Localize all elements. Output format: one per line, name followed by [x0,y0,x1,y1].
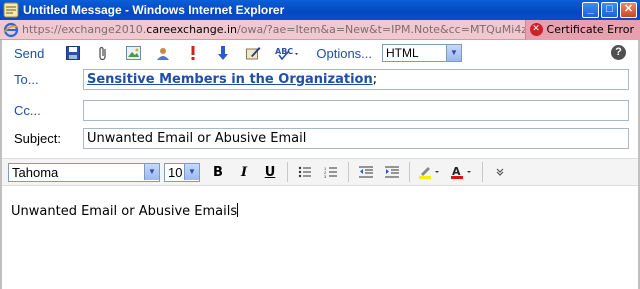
internet-explorer-icon [3,2,19,18]
svg-text:3: 3 [324,174,327,178]
maximize-button[interactable]: □ [601,2,618,18]
insert-image-icon[interactable] [125,45,141,61]
window-title: Untitled Message - Windows Internet Expl… [23,3,285,17]
chevron-down-icon: ▼ [446,45,462,61]
url-domain: careexchange.in [146,23,238,36]
cc-row: Cc... [2,99,638,121]
high-importance-icon[interactable] [185,45,201,61]
to-row: To... Sensitive Members in the Organizat… [2,68,638,90]
message-format-value: HTML [386,46,419,60]
attach-icon[interactable] [95,45,111,61]
highlight-icon[interactable] [417,162,443,182]
help-icon[interactable]: ? [611,45,626,60]
toolbar-divider [482,162,483,182]
compose-toolbar: Send ABC Options... HTML ▼ ? [2,40,638,66]
options-button[interactable]: Options... [316,46,372,61]
toolbar-divider [409,162,410,182]
italic-button[interactable]: I [234,162,254,182]
url-field[interactable]: https://exchange2010.careexchange.in/owa… [22,23,525,36]
recipient-separator: ; [372,71,378,87]
increase-indent-icon[interactable] [382,162,402,182]
font-family-value: Tahoma [12,164,59,180]
subject-field[interactable]: Unwanted Email or Abusive Email [83,127,629,149]
decrease-indent-icon[interactable] [356,162,376,182]
formatting-toolbar: Tahoma ▼ 10 ▼ B I U 123 A [2,158,638,186]
to-field[interactable]: Sensitive Members in the Organization; [83,68,629,90]
subject-label: Subject: [14,130,61,146]
address-bar: https://exchange2010.careexchange.in/owa… [0,19,640,40]
compose-frame: Send ABC Options... HTML ▼ ? To... Sensi… [0,40,640,289]
font-color-icon[interactable]: A [449,162,475,182]
save-icon[interactable] [65,45,81,61]
subject-row: Subject: Unwanted Email or Abusive Email [2,127,638,149]
toolbar-divider [348,162,349,182]
recipient-link[interactable]: Sensitive Members in the Organization [87,72,373,87]
url-prefix: https://exchange2010. [22,23,147,36]
cc-field[interactable] [83,99,629,121]
message-body-text: Unwanted Email or Abusive Emails [11,204,238,219]
ie-page-icon [3,22,19,37]
toolbar-divider [287,162,288,182]
minimize-button[interactable]: _ [582,2,599,18]
message-body[interactable]: Unwanted Email or Abusive Emails [11,203,239,219]
bullet-list-icon[interactable] [295,162,315,182]
font-size-select[interactable]: 10 ▼ [164,162,200,182]
message-format-select[interactable]: HTML ▼ [382,44,463,62]
underline-button[interactable]: U [260,162,280,182]
svg-text:ABC: ABC [275,47,293,56]
spell-check-icon[interactable]: ABC [275,45,301,61]
text-caret [237,203,239,217]
to-button[interactable]: To... [2,72,82,87]
window-title-bar: Untitled Message - Windows Internet Expl… [0,0,640,20]
chevron-down-icon: ▼ [144,164,159,180]
more-options-chevron-icon[interactable] [490,162,510,182]
certificate-error-label: Certificate Error [546,23,634,36]
certificate-error-button[interactable]: ✕ Certificate Error [524,19,640,40]
url-path: /owa/?ae=Item&a=New&t=IPM.Note&cc=MTQuMi… [237,23,525,36]
address-book-icon[interactable] [155,45,171,61]
low-importance-icon[interactable] [215,45,231,61]
font-family-select[interactable]: Tahoma ▼ [8,162,160,182]
chevron-down-icon: ▼ [184,164,199,180]
signature-icon[interactable] [245,45,261,61]
cc-button[interactable]: Cc... [2,103,82,118]
bold-button[interactable]: B [208,162,228,182]
numbered-list-icon[interactable]: 123 [321,162,341,182]
font-size-value: 10 [168,164,183,180]
send-button[interactable]: Send [14,46,44,61]
close-button[interactable]: ✕ [620,2,637,18]
error-icon: ✕ [529,23,543,36]
